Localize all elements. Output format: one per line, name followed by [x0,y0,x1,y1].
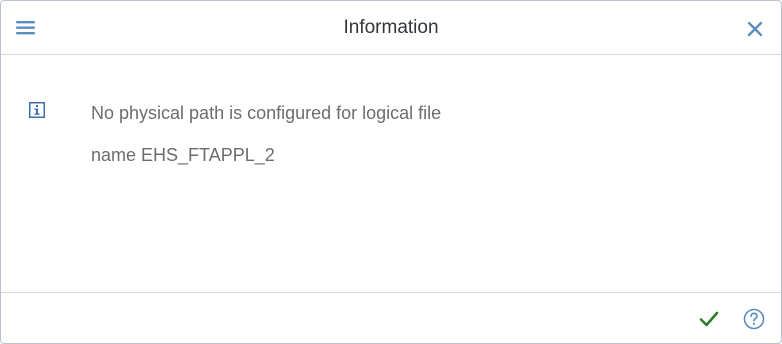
dialog-footer [1,292,781,344]
dialog-header: Information [1,1,781,55]
help-icon [743,308,765,330]
information-dialog: Information No physical path is configur… [0,0,782,344]
close-icon [747,21,763,37]
info-icon [29,102,45,118]
checkmark-icon [699,311,719,327]
close-button[interactable] [743,17,767,41]
message-line-1: No physical path is configured for logic… [91,103,442,123]
dialog-body: No physical path is configured for logic… [1,55,781,292]
help-button[interactable] [742,307,766,331]
dialog-title: Information [343,17,439,38]
message-line-2: name EHS_FTAPPL_2 [91,145,275,165]
confirm-button[interactable] [697,307,721,331]
